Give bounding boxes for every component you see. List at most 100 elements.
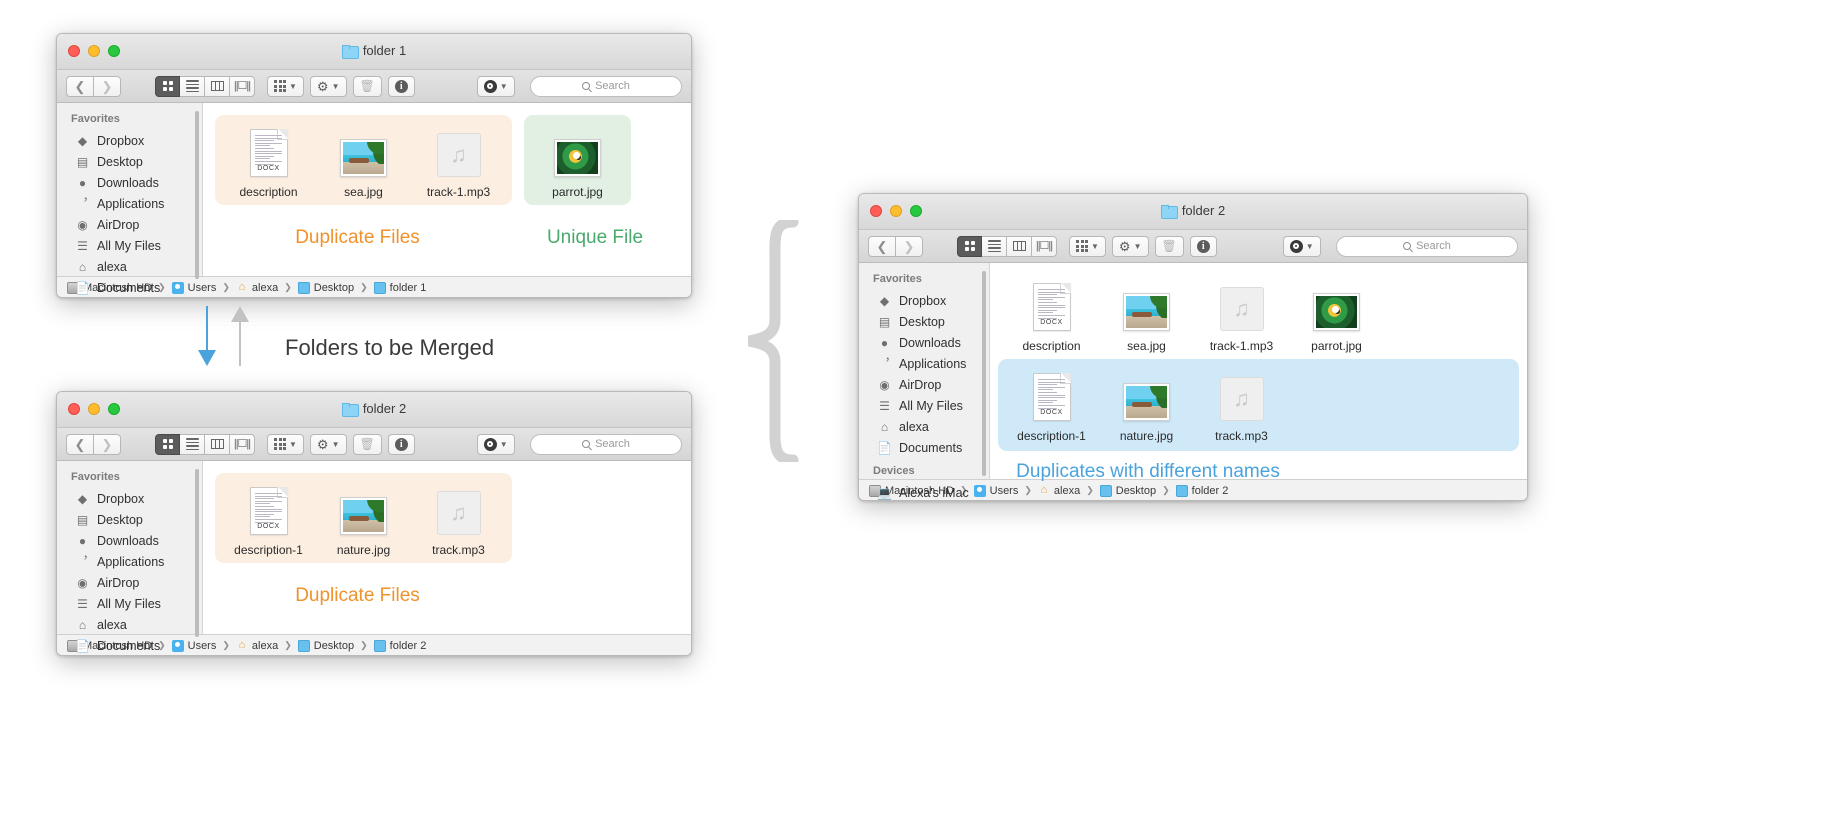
sidebar-item-airdrop[interactable]: ◉ AirDrop — [57, 572, 202, 593]
file-group-duplicates[interactable]: DOCX description sea.jpg ♫ track-1.mp3 — [215, 115, 512, 205]
titlebar-folder-2[interactable]: folder 2 — [57, 392, 691, 428]
file-item[interactable]: ♫ track.mp3 — [1194, 369, 1289, 443]
quicklook-button[interactable]: ▼ — [476, 433, 515, 455]
search-input[interactable]: Search — [1336, 235, 1518, 257]
sidebar-merged[interactable]: Favorites ◆ Dropbox ▤ Desktop ● Downloads ︐… — [859, 263, 990, 500]
toolbar-folder-1[interactable]: ❮ ❯ ||☐|| ▼ ⚙ ▼ 🗑 i ▼ Search — [57, 70, 691, 103]
sidebar-item-desktop[interactable]: ▤ Desktop — [859, 311, 989, 332]
arrange-button[interactable]: ▼ — [267, 433, 304, 455]
action-button[interactable]: ⚙ ▼ — [309, 75, 347, 97]
sidebar-scrollbar[interactable] — [982, 271, 986, 476]
coverflow-view-button[interactable]: ||☐|| — [230, 433, 255, 455]
titlebar-merged[interactable]: folder 2 — [859, 194, 1527, 230]
sidebar-item-dropbox[interactable]: ◆ Dropbox — [57, 488, 202, 509]
breadcrumb-desktop[interactable]: Desktop — [1099, 484, 1156, 497]
nav-button-group[interactable]: ❮ ❯ — [868, 235, 923, 257]
sidebar-item-dropbox[interactable]: ◆ Dropbox — [859, 290, 989, 311]
action-button[interactable]: ⚙ ▼ — [309, 433, 347, 455]
toolbar-folder-2[interactable]: ❮ ❯ ||☐|| ▼ ⚙ ▼ 🗑 i ▼ Search — [57, 428, 691, 461]
icon-view-button[interactable] — [155, 433, 180, 455]
arrange-group[interactable]: ▼ — [267, 75, 304, 97]
sidebar-scrollbar[interactable] — [195, 111, 199, 279]
arrange-group[interactable]: ▼ — [267, 433, 304, 455]
file-item[interactable]: parrot.jpg — [530, 125, 625, 199]
sidebar-item-alexa[interactable]: ⌂ alexa — [57, 614, 202, 635]
file-area-folder-2[interactable]: DOCX description-1 nature.jpg ♫ track.mp… — [203, 461, 691, 634]
sidebar-item-applications[interactable]: ︐ Applications — [57, 193, 202, 214]
file-area-folder-1[interactable]: DOCX description sea.jpg ♫ track-1.mp3 p… — [203, 103, 691, 276]
breadcrumb-users[interactable]: Users — [973, 484, 1018, 497]
finder-window-folder-2[interactable]: folder 2 ❮ ❯ ||☐|| ▼ ⚙ ▼ 🗑 i ▼ Search Fa… — [56, 391, 692, 656]
finder-window-merged[interactable]: folder 2 ❮ ❯ ||☐|| ▼ ⚙ ▼ 🗑 i ▼ Search Fa… — [858, 193, 1528, 501]
breadcrumb-alexa[interactable]: ⌂ alexa — [1038, 484, 1081, 497]
sidebar-item-desktop[interactable]: ▤ Desktop — [57, 151, 202, 172]
file-item[interactable]: DOCX description-1 — [221, 483, 316, 557]
file-item[interactable]: DOCX description — [221, 125, 316, 199]
file-row-duplicates-highlight[interactable]: DOCX description-1 nature.jpg ♫ track.mp… — [998, 359, 1519, 451]
list-view-button[interactable] — [180, 75, 205, 97]
file-row-originals[interactable]: DOCX description sea.jpg ♫ track-1.mp3 p… — [998, 273, 1519, 353]
nav-button-group[interactable]: ❮ ❯ — [66, 433, 121, 455]
info-button[interactable]: i — [387, 75, 415, 97]
file-group-unique[interactable]: parrot.jpg — [524, 115, 631, 205]
delete-button[interactable]: 🗑 — [1154, 235, 1184, 257]
back-button[interactable]: ❮ — [66, 433, 93, 455]
file-item[interactable]: ♫ track.mp3 — [411, 483, 506, 557]
column-view-button[interactable] — [205, 75, 230, 97]
file-item[interactable]: ♫ track-1.mp3 — [1194, 279, 1289, 353]
view-mode-group[interactable]: ||☐|| — [155, 433, 255, 455]
file-item[interactable]: sea.jpg — [316, 125, 411, 199]
breadcrumb-alexa[interactable]: ⌂ alexa — [236, 639, 279, 652]
sidebar-item-all-my-files[interactable]: ☰ All My Files — [57, 235, 202, 256]
file-item[interactable]: sea.jpg — [1099, 279, 1194, 353]
info-button[interactable]: i — [387, 433, 415, 455]
sidebar-scrollbar[interactable] — [195, 469, 199, 637]
coverflow-view-button[interactable]: ||☐|| — [230, 75, 255, 97]
file-item[interactable]: ♫ track-1.mp3 — [411, 125, 506, 199]
breadcrumb-desktop[interactable]: Desktop — [297, 281, 354, 294]
column-view-button[interactable] — [1007, 235, 1032, 257]
list-view-button[interactable] — [982, 235, 1007, 257]
file-item[interactable]: nature.jpg — [316, 483, 411, 557]
info-button[interactable]: i — [1189, 235, 1217, 257]
sidebar-item-applications[interactable]: ︐ Applications — [57, 551, 202, 572]
delete-button[interactable]: 🗑 — [352, 433, 382, 455]
sidebar-item-all-my-files[interactable]: ☰ All My Files — [859, 395, 989, 416]
action-button[interactable]: ⚙ ▼ — [1111, 235, 1149, 257]
arrange-button[interactable]: ▼ — [267, 75, 304, 97]
breadcrumb-folder-2[interactable]: folder 2 — [1175, 484, 1228, 497]
toolbar-merged[interactable]: ❮ ❯ ||☐|| ▼ ⚙ ▼ 🗑 i ▼ Search — [859, 230, 1527, 263]
sidebar-item-documents[interactable]: 📄 Documents — [859, 437, 989, 458]
sidebar-item-applications[interactable]: ︐ Applications — [859, 353, 989, 374]
forward-button[interactable]: ❯ — [895, 235, 923, 257]
file-item[interactable]: nature.jpg — [1099, 369, 1194, 443]
arrange-button[interactable]: ▼ — [1069, 235, 1106, 257]
sidebar-item-alexas-imac[interactable]: 💻 Alexa's iMac — [859, 482, 989, 500]
sidebar-item-downloads[interactable]: ● Downloads — [57, 530, 202, 551]
file-item[interactable]: parrot.jpg — [1289, 279, 1384, 353]
coverflow-view-button[interactable]: ||☐|| — [1032, 235, 1057, 257]
file-area-merged[interactable]: DOCX description sea.jpg ♫ track-1.mp3 p… — [990, 263, 1527, 482]
quicklook-button[interactable]: ▼ — [1282, 235, 1321, 257]
sidebar-item-dropbox[interactable]: ◆ Dropbox — [57, 130, 202, 151]
sidebar-item-alexa[interactable]: ⌂ alexa — [57, 256, 202, 277]
breadcrumb-desktop[interactable]: Desktop — [297, 639, 354, 652]
sidebar-item-downloads[interactable]: ● Downloads — [57, 172, 202, 193]
sidebar-item-all-my-files[interactable]: ☰ All My Files — [57, 593, 202, 614]
sidebar-folder-2[interactable]: Favorites ◆ Dropbox ▤ Desktop ● Downloads ︐… — [57, 461, 203, 653]
sidebar-folder-1[interactable]: Favorites ◆ Dropbox ▤ Desktop ● Downloads ︐… — [57, 103, 203, 295]
sidebar-item-airdrop[interactable]: ◉ AirDrop — [57, 214, 202, 235]
arrange-group[interactable]: ▼ — [1069, 235, 1106, 257]
search-input[interactable]: Search — [530, 433, 682, 455]
sidebar-item-desktop[interactable]: ▤ Desktop — [57, 509, 202, 530]
forward-button[interactable]: ❯ — [93, 433, 121, 455]
delete-button[interactable]: 🗑 — [352, 75, 382, 97]
icon-view-button[interactable] — [155, 75, 180, 97]
quicklook-button[interactable]: ▼ — [476, 75, 515, 97]
breadcrumb-alexa[interactable]: ⌂ alexa — [236, 281, 279, 294]
back-button[interactable]: ❮ — [868, 235, 895, 257]
list-view-button[interactable] — [180, 433, 205, 455]
search-input[interactable]: Search — [530, 75, 682, 97]
view-mode-group[interactable]: ||☐|| — [957, 235, 1057, 257]
file-item[interactable]: DOCX description-1 — [1004, 369, 1099, 443]
